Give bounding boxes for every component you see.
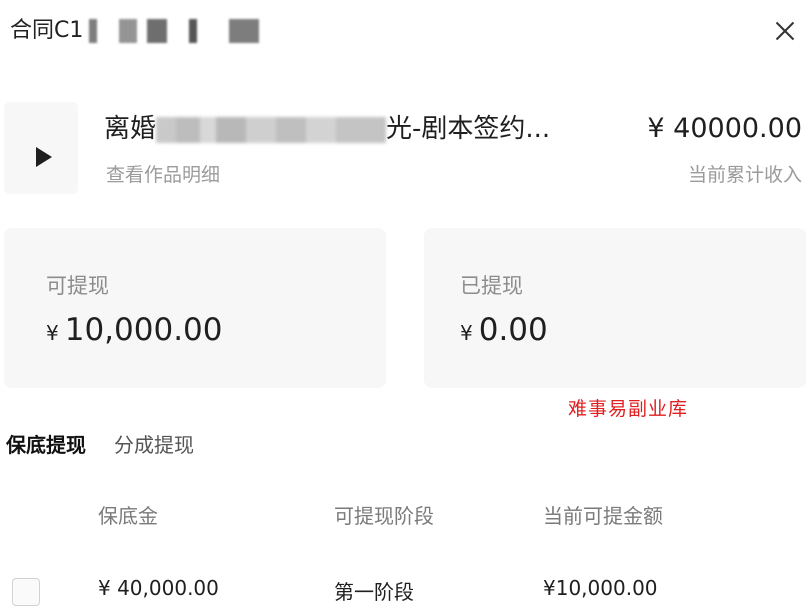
withdrawable-card: 可提现 ¥10,000.00 (4, 228, 386, 388)
tab-revenue-share-withdrawal[interactable]: 分成提现 (114, 430, 194, 460)
table-row: ¥ 40,000.00 第一阶段 ¥10,000.00 (0, 572, 810, 610)
withdrawn-amount: 0.00 (478, 312, 548, 348)
view-work-details-link[interactable]: 查看作品明细 (106, 160, 220, 187)
work-summary: 离婚 光-剧本签约... 查看作品明细 ¥ 40000.00 当前累计收入 (0, 90, 810, 200)
table-header: 保底金 可提现阶段 当前可提金额 (0, 500, 810, 536)
column-header-stage: 可提现阶段 (334, 504, 434, 528)
cell-stage: 第一阶段 (334, 580, 414, 604)
redacted-title-part (89, 19, 290, 43)
contract-title-text: 合同C1 (10, 18, 84, 43)
contract-title: 合同C1 (10, 14, 290, 48)
currency-symbol: ¥ (460, 321, 473, 345)
withdrawable-amount: 10,000.00 (64, 312, 223, 348)
watermark-text: 难事易副业库 (568, 398, 689, 420)
cell-base-amount: ¥ 40,000.00 (98, 576, 219, 600)
work-title-suffix: 光-剧本签约... (386, 114, 551, 144)
withdrawn-label: 已提现 (460, 274, 523, 298)
currency-symbol: ¥ (46, 321, 59, 345)
withdrawn-card: 已提现 ¥0.00 (424, 228, 806, 388)
dialog-header: 合同C1 (0, 0, 810, 70)
close-button[interactable] (770, 16, 800, 46)
withdrawal-tabs: 保底提现 分成提现 (6, 430, 222, 464)
column-header-available: 当前可提金额 (543, 504, 663, 528)
tab-guaranteed-withdrawal[interactable]: 保底提现 (6, 430, 86, 460)
withdrawn-value: ¥0.00 (460, 312, 548, 348)
withdrawable-label: 可提现 (46, 274, 109, 298)
cell-available: ¥10,000.00 (543, 576, 658, 600)
row-checkbox[interactable] (12, 578, 40, 606)
work-title-prefix: 离婚 (104, 114, 157, 144)
play-icon[interactable] (36, 147, 52, 167)
cumulative-earnings-label: 当前累计收入 (687, 164, 802, 186)
column-header-base-amount: 保底金 (98, 504, 158, 528)
cumulative-earnings-amount: ¥ 40000.00 (647, 113, 802, 144)
redacted-work-title (156, 116, 387, 143)
withdrawable-value: ¥10,000.00 (46, 312, 223, 348)
work-title: 离婚 光-剧本签约... (104, 110, 584, 148)
